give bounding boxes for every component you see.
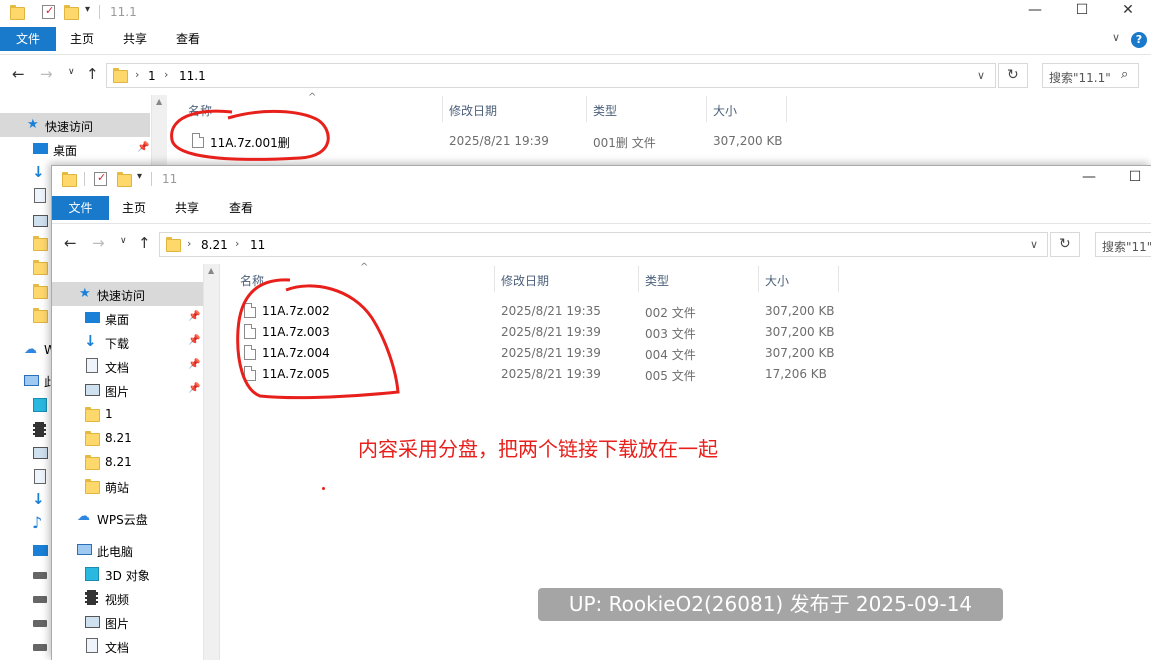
- annotation-marks: [170, 109, 400, 400]
- annotation-circle-back: [170, 109, 330, 161]
- annotation-circle-front: [236, 278, 400, 400]
- watermark: UP: RookieO2(26081) 发布于 2025-09-14: [538, 588, 1003, 621]
